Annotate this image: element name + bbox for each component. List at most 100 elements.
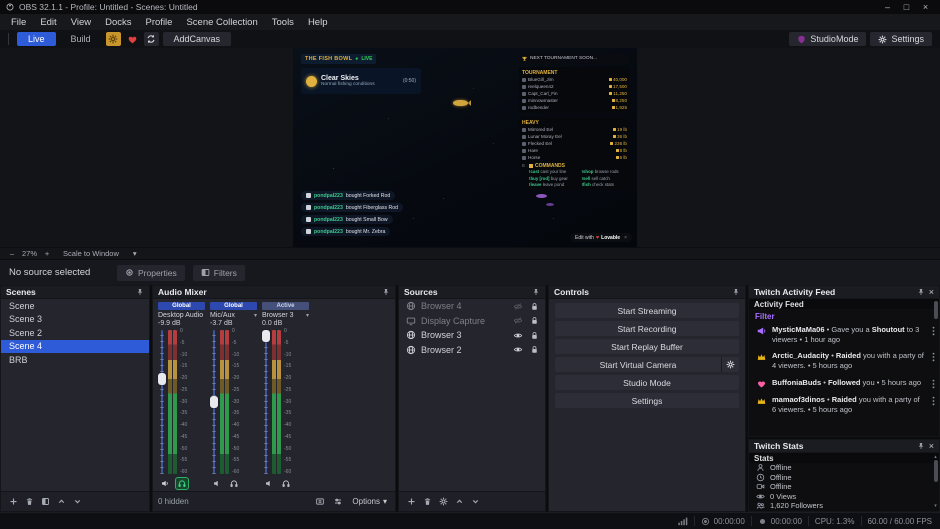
volume-slider[interactable] <box>210 329 218 475</box>
move-source-up-button[interactable] <box>452 495 466 509</box>
move-scene-up-button[interactable] <box>54 495 68 509</box>
stats-scrollbar[interactable]: ▴ ▾ <box>933 455 938 509</box>
mute-button[interactable] <box>159 478 171 489</box>
scene-item[interactable]: Scene 3 <box>1 313 149 327</box>
mute-button[interactable] <box>211 478 223 489</box>
visibility-toggle[interactable] <box>513 345 523 354</box>
maximize-button[interactable]: □ <box>898 1 915 13</box>
volume-slider-handle[interactable] <box>158 373 166 385</box>
lock-icon[interactable] <box>530 316 539 325</box>
menu-item[interactable]: File <box>4 14 33 30</box>
lovable-badge[interactable]: Edit with ♥ Lovable × <box>570 233 632 242</box>
scene-item[interactable]: Scene <box>1 299 149 313</box>
volume-slider[interactable] <box>262 329 270 475</box>
start-replay-buffer-button[interactable]: Start Replay Buffer <box>555 339 739 354</box>
dock-close-icon[interactable]: × <box>929 287 934 297</box>
monitor-headphones-button[interactable] <box>228 478 240 489</box>
scrollbar-thumb[interactable] <box>934 301 938 319</box>
start-streaming-button[interactable]: Start Streaming <box>555 303 739 318</box>
menubar: File Edit View Docks Profile Scene Colle… <box>0 14 940 30</box>
dock-pin-icon[interactable] <box>732 288 740 296</box>
dock-pin-icon[interactable] <box>917 288 925 296</box>
volume-slider-handle[interactable] <box>262 330 270 342</box>
lock-icon[interactable] <box>530 331 539 340</box>
volume-slider[interactable] <box>158 329 166 475</box>
scroll-down-icon[interactable]: ▾ <box>934 504 937 509</box>
canvas-tab-live[interactable]: Live <box>17 32 56 46</box>
dock-pin-icon[interactable] <box>136 288 144 296</box>
scene-filters-button[interactable] <box>38 495 52 509</box>
canvas-tab-build[interactable]: Build <box>60 32 102 46</box>
start-virtual-camera-button[interactable]: Start Virtual Camera <box>555 357 722 372</box>
move-source-down-button[interactable] <box>468 495 482 509</box>
lock-icon[interactable] <box>530 302 539 311</box>
minimize-button[interactable]: – <box>879 1 896 13</box>
dock-pin-icon[interactable] <box>532 288 540 296</box>
monitor-headphones-button[interactable] <box>176 478 188 489</box>
channel-name-dropdown[interactable]: Mic/Aux▾ <box>210 310 257 320</box>
move-scene-down-button[interactable] <box>70 495 84 509</box>
menu-item[interactable]: Docks <box>98 14 138 30</box>
close-button[interactable]: × <box>917 1 934 13</box>
stats-dock-header[interactable]: Twitch Stats × <box>749 440 939 453</box>
visibility-toggle[interactable] <box>513 331 523 340</box>
start-recording-button[interactable]: Start Recording <box>555 321 739 336</box>
controls-dock-header[interactable]: Controls <box>549 286 745 299</box>
add-scene-button[interactable] <box>6 495 20 509</box>
remove-scene-button[interactable] <box>22 495 36 509</box>
source-item[interactable]: Browser 4 <box>399 299 545 314</box>
visibility-toggle[interactable] <box>513 316 523 325</box>
canvas-gear-button[interactable] <box>106 32 121 46</box>
studio-mode-button[interactable]: StudioMode <box>789 32 866 46</box>
advanced-audio-button[interactable] <box>331 495 345 509</box>
mixer-dock-header[interactable]: Audio Mixer <box>153 286 395 299</box>
add-source-button[interactable] <box>404 495 418 509</box>
scene-item[interactable]: BRB <box>1 353 149 367</box>
scenes-dock-header[interactable]: Scenes <box>1 286 149 299</box>
visibility-toggle[interactable] <box>513 302 523 311</box>
properties-button[interactable]: Properties <box>117 265 185 281</box>
zoom-out-button[interactable]: – <box>7 249 17 258</box>
settings-button[interactable]: Settings <box>870 32 932 46</box>
menu-item[interactable]: Edit <box>33 14 63 30</box>
source-item[interactable]: Display Capture <box>399 314 545 329</box>
menu-item[interactable]: Help <box>301 14 335 30</box>
remove-source-button[interactable] <box>420 495 434 509</box>
menu-item[interactable]: Scene Collection <box>179 14 264 30</box>
mixer-options-dropdown[interactable]: Options ▾ <box>349 497 390 506</box>
menu-item[interactable]: Profile <box>139 14 180 30</box>
support-heart-button[interactable] <box>125 32 140 46</box>
zoom-in-button[interactable]: + <box>42 249 52 258</box>
scene-item[interactable]: Scene 4 <box>1 340 149 354</box>
dock-pin-icon[interactable] <box>917 442 925 450</box>
add-canvas-button[interactable]: AddCanvas <box>163 32 232 46</box>
filters-button[interactable]: Filters <box>193 265 245 281</box>
channel-name-dropdown[interactable]: Browser 3▾ <box>262 310 309 320</box>
dock-pin-icon[interactable] <box>382 288 390 296</box>
sync-button[interactable] <box>144 32 159 46</box>
lock-icon[interactable] <box>530 345 539 354</box>
scrollbar-thumb[interactable] <box>934 460 938 482</box>
channel-name-dropdown[interactable]: Desktop Audio▾ <box>158 310 205 320</box>
virtual-camera-config-button[interactable] <box>722 357 739 372</box>
settings-open-button[interactable]: Settings <box>555 393 739 408</box>
preview-canvas[interactable]: THE FISH BOWL ● LIVE Clear Skies Normal … <box>293 48 637 247</box>
source-item[interactable]: Browser 3 <box>399 328 545 343</box>
activity-scrollbar[interactable] <box>933 301 938 434</box>
source-properties-button[interactable] <box>436 495 450 509</box>
activity-dock-header[interactable]: Twitch Activity Feed × <box>749 286 939 299</box>
scale-to-window-dropdown[interactable]: Scale to Window ▾ <box>63 249 137 258</box>
monitor-headphones-button[interactable] <box>280 478 292 489</box>
dock-close-icon[interactable]: × <box>929 441 934 451</box>
meter-layout-button[interactable] <box>313 495 327 509</box>
source-item[interactable]: Browser 2 <box>399 343 545 358</box>
sources-dock-header[interactable]: Sources <box>399 286 545 299</box>
menu-item[interactable]: View <box>64 14 98 30</box>
scene-item[interactable]: Scene 2 <box>1 326 149 340</box>
menu-item[interactable]: Tools <box>265 14 301 30</box>
activity-filter-link[interactable]: Filter <box>755 312 933 321</box>
badge-close-icon[interactable]: × <box>624 235 627 241</box>
studio-mode-toggle-button[interactable]: Studio Mode <box>555 375 739 390</box>
volume-slider-handle[interactable] <box>210 396 218 408</box>
mute-button[interactable] <box>263 478 275 489</box>
